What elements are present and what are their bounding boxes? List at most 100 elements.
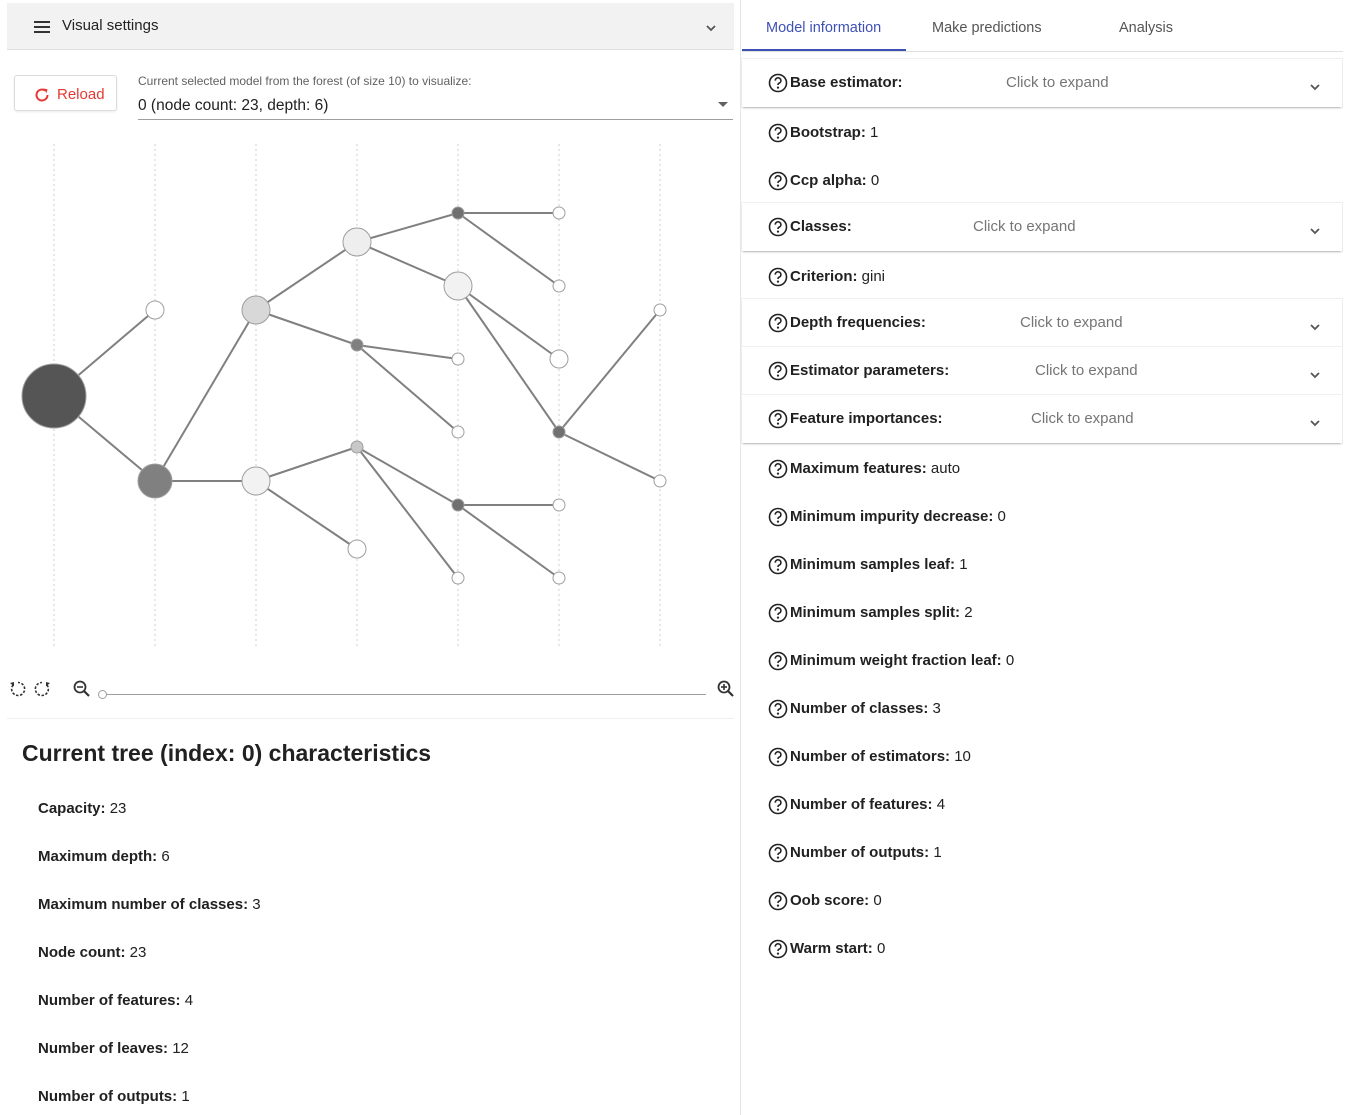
- tree-node[interactable]: [145, 300, 165, 320]
- help-circle-icon[interactable]: [768, 507, 788, 527]
- tree-node[interactable]: [451, 425, 465, 439]
- tree-node[interactable]: [552, 571, 566, 585]
- tree-node[interactable]: [451, 498, 465, 512]
- tree-node[interactable]: [552, 425, 566, 439]
- help-circle-icon[interactable]: [768, 123, 788, 143]
- tree-node[interactable]: [653, 474, 667, 488]
- info-row: Number of classes: 3: [742, 685, 1342, 733]
- expandable-row[interactable]: Feature importances: Click to expand: [742, 395, 1342, 443]
- expandable-row[interactable]: Base estimator: Click to expand: [742, 59, 1342, 107]
- tree-node[interactable]: [342, 227, 372, 257]
- info-row-text: Feature importances:: [790, 410, 943, 427]
- chevron-down-icon[interactable]: [1308, 80, 1322, 94]
- tab-make-predictions[interactable]: Make predictions: [932, 20, 1042, 36]
- help-circle-icon[interactable]: [768, 555, 788, 575]
- tree-stat: Number of leaves: 12: [38, 1040, 189, 1057]
- help-circle-icon[interactable]: [768, 459, 788, 479]
- info-row-value: 0: [869, 892, 882, 909]
- tab-model-information[interactable]: Model information: [766, 20, 881, 36]
- tree-node[interactable]: [451, 206, 465, 220]
- rotate-right-icon[interactable]: [32, 679, 52, 699]
- rotate-left-icon[interactable]: [8, 679, 28, 699]
- help-circle-icon[interactable]: [768, 409, 788, 429]
- tree-edge: [558, 309, 661, 433]
- help-circle-icon[interactable]: [768, 171, 788, 191]
- tree-stat-label: Maximum depth:: [38, 848, 158, 865]
- tree-node[interactable]: [549, 349, 569, 369]
- zoom-slider-thumb[interactable]: [98, 690, 107, 699]
- tree-node[interactable]: [347, 539, 367, 559]
- tree-stat: Capacity: 23: [38, 800, 126, 817]
- info-row-label: Minimum samples leaf:: [790, 556, 956, 573]
- chevron-down-icon[interactable]: [1308, 320, 1322, 334]
- help-circle-icon[interactable]: [768, 651, 788, 671]
- tree-stat-value: 23: [105, 800, 127, 817]
- tree-node[interactable]: [451, 352, 465, 366]
- tree-node[interactable]: [350, 338, 364, 352]
- reload-button[interactable]: Reload: [14, 75, 117, 111]
- info-row-label: Criterion:: [790, 268, 858, 285]
- expandable-row[interactable]: Depth frequencies: Click to expand: [742, 299, 1342, 347]
- info-row-label: Number of features:: [790, 796, 933, 813]
- help-circle-icon[interactable]: [768, 747, 788, 767]
- tree-node[interactable]: [552, 279, 566, 293]
- tree-edge: [356, 241, 459, 287]
- tree-node[interactable]: [350, 440, 364, 454]
- zoom-slider[interactable]: [98, 690, 706, 699]
- info-row-value: 2: [960, 604, 973, 621]
- tab-analysis[interactable]: Analysis: [1119, 20, 1173, 36]
- help-circle-icon[interactable]: [768, 939, 788, 959]
- tree-node[interactable]: [137, 463, 173, 499]
- help-circle-icon[interactable]: [768, 361, 788, 381]
- chevron-down-icon[interactable]: [1308, 368, 1322, 382]
- info-row-text: Number of outputs: 1: [790, 844, 942, 861]
- info-row-text: Number of features: 4: [790, 796, 945, 813]
- info-row-value: 4: [932, 796, 946, 813]
- tree-node[interactable]: [552, 498, 566, 512]
- info-row: Minimum samples split: 2: [742, 589, 1342, 637]
- help-circle-icon[interactable]: [768, 267, 788, 287]
- tree-stat: Maximum depth: 6: [38, 848, 170, 865]
- chevron-down-icon[interactable]: [1308, 416, 1322, 430]
- tree-node[interactable]: [241, 466, 271, 496]
- tree-node[interactable]: [451, 571, 465, 585]
- tree-edge: [558, 431, 661, 482]
- tree-edge: [457, 504, 560, 579]
- expand-hint[interactable]: Click to expand: [1031, 410, 1134, 427]
- expandable-row[interactable]: Classes: Click to expand: [742, 203, 1342, 251]
- tree-node[interactable]: [552, 206, 566, 220]
- help-circle-icon[interactable]: [768, 891, 788, 911]
- chevron-down-icon[interactable]: [704, 21, 718, 35]
- expand-hint[interactable]: Click to expand: [1006, 74, 1109, 91]
- tree-stat-value: 4: [180, 992, 194, 1009]
- expand-hint[interactable]: Click to expand: [1020, 314, 1123, 331]
- expand-hint[interactable]: Click to expand: [973, 218, 1076, 235]
- tree-edge: [255, 446, 358, 482]
- tree-edge: [255, 241, 358, 311]
- divider: [7, 718, 734, 719]
- help-circle-icon[interactable]: [768, 73, 788, 93]
- help-circle-icon[interactable]: [768, 313, 788, 333]
- tree-node[interactable]: [653, 303, 667, 317]
- info-row-label: Classes:: [790, 218, 852, 235]
- reload-label: Reload: [57, 86, 105, 103]
- tree-node[interactable]: [21, 363, 87, 429]
- help-circle-icon[interactable]: [768, 843, 788, 863]
- expandable-row[interactable]: Estimator parameters: Click to expand: [742, 347, 1342, 395]
- tree-stat-label: Number of features:: [38, 992, 181, 1009]
- model-select[interactable]: 0 (node count: 23, depth: 6): [138, 92, 733, 120]
- zoom-out-icon[interactable]: [72, 679, 92, 699]
- info-row-text: Ccp alpha: 0: [790, 172, 879, 189]
- zoom-in-icon[interactable]: [716, 679, 736, 699]
- tree-node[interactable]: [241, 295, 271, 325]
- help-circle-icon[interactable]: [768, 603, 788, 623]
- tree-graph[interactable]: [7, 138, 734, 648]
- help-circle-icon[interactable]: [768, 699, 788, 719]
- expand-hint[interactable]: Click to expand: [1035, 362, 1138, 379]
- help-circle-icon[interactable]: [768, 217, 788, 237]
- chevron-down-icon[interactable]: [1308, 224, 1322, 238]
- help-circle-icon[interactable]: [768, 795, 788, 815]
- tree-edge: [457, 285, 560, 360]
- visual-settings-bar[interactable]: Visual settings: [7, 3, 734, 50]
- tree-node[interactable]: [443, 271, 473, 301]
